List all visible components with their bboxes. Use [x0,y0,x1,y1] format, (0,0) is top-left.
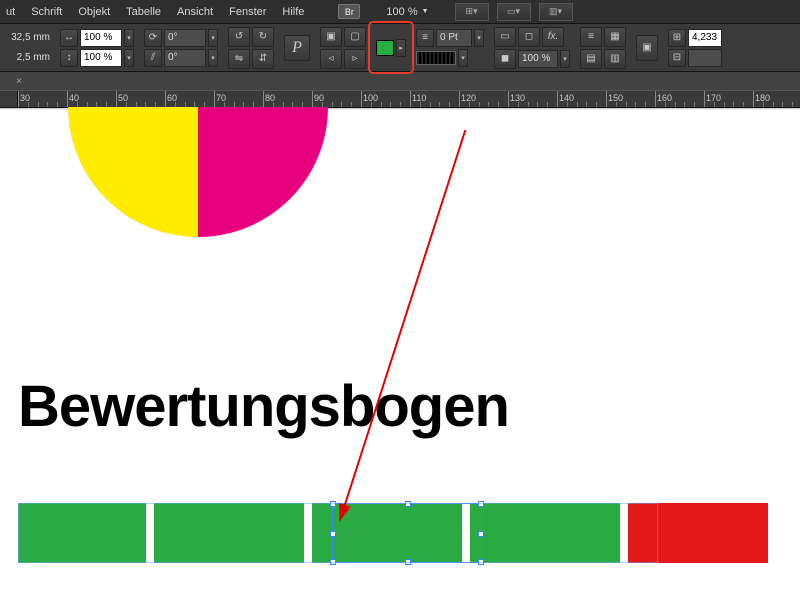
menu-layout[interactable]: ut [6,6,15,18]
right-num-field-2[interactable] [688,49,722,67]
close-tab-button[interactable]: × [8,74,30,88]
semicircle-graphic[interactable] [68,107,328,237]
select-prev-button[interactable]: ◃ [320,49,342,69]
select-next-button[interactable]: ▹ [344,49,366,69]
page-title[interactable]: Bewertungsbogen [18,373,509,440]
rotate-cw-button[interactable]: ↻ [252,27,274,47]
shear-icon: ⫽ [144,49,162,67]
menu-bar: ut Schrift Objekt Tabelle Ansicht Fenste… [0,0,800,24]
drop-shadow-button[interactable]: ◼ [494,49,516,69]
control-bar: 32,5 mm 2,5 mm ↔100 %▾ ↕100 %▾ ⟳0°▾ ⫽0°▾… [0,24,800,72]
shear-dropdown-icon[interactable]: ▾ [208,49,218,67]
rotate-dropdown-icon[interactable]: ▾ [208,29,218,47]
text-wrap-none-button[interactable]: ≡ [580,27,602,47]
scale-h-dropdown-icon[interactable]: ▾ [124,49,134,67]
x2-icon: ⊞ [668,29,686,47]
text-wrap-around-button[interactable]: ▦ [604,27,626,47]
ruler-origin[interactable] [0,91,18,107]
fx-button[interactable]: fx. [542,27,564,47]
stroke-style-swatch[interactable] [416,51,456,65]
rotate-field[interactable]: 0° [164,29,206,47]
ruler-track: 3040506070809010011012013014015016017018… [18,91,800,107]
view-mode-button-3[interactable]: ▥▾ [539,3,573,21]
effects-button[interactable]: ▭ [494,27,516,47]
view-mode-button-1[interactable]: ⊞▾ [455,3,489,21]
horizontal-ruler[interactable]: 3040506070809010011012013014015016017018… [0,90,800,108]
shear-field[interactable]: 0° [164,49,206,67]
menu-ansicht[interactable]: Ansicht [177,6,213,18]
y2-icon: ⊟ [668,49,686,67]
text-wrap-jump-button[interactable]: ▤ [580,49,602,69]
opacity-dropdown-icon[interactable]: ▾ [560,50,570,68]
menu-hilfe[interactable]: Hilfe [282,6,304,18]
bridge-button[interactable]: Br [338,4,360,19]
fill-color-highlighted: ▸ [371,24,411,71]
corner-button[interactable]: ◻ [518,27,540,47]
paragraph-icon[interactable]: P [284,35,310,61]
height-icon: ↕ [60,49,78,67]
flip-v-button[interactable]: ⇵ [252,49,274,69]
zoom-level[interactable]: 100 % [386,6,417,18]
document-page[interactable]: Bewertungsbogen [0,108,800,600]
stroke-weight-dropdown-icon[interactable]: ▾ [474,29,484,47]
stroke-weight-icon: ≡ [416,29,434,47]
menu-schrift[interactable]: Schrift [31,6,62,18]
fill-color-swatch[interactable] [376,40,394,56]
scale-w-dropdown-icon[interactable]: ▾ [124,29,134,47]
menu-tabelle[interactable]: Tabelle [126,6,161,18]
opacity-field[interactable]: 100 % [518,50,558,68]
zoom-dropdown-icon[interactable]: ▼ [422,8,429,15]
scale-h-field[interactable]: 100 % [80,49,122,67]
view-mode-button-2[interactable]: ▭▾ [497,3,531,21]
scale-w-field[interactable]: 100 % [80,29,122,47]
flip-h-button[interactable]: ⇋ [228,49,250,69]
canvas[interactable]: Bewertungsbogen [0,108,800,600]
document-tab-bar: × [0,72,800,90]
select-content-button[interactable]: ▢ [344,27,366,47]
rotate-icon: ⟳ [144,29,162,47]
transform-button[interactable]: ▣ [636,35,658,61]
y-position-field[interactable]: 2,5 mm [5,49,50,67]
text-wrap-column-button[interactable]: ▥ [604,49,626,69]
group-selection-frame [18,503,658,563]
fill-color-dropdown-icon[interactable]: ▸ [396,39,406,57]
width-icon: ↔ [60,29,78,47]
stroke-weight-field[interactable]: 0 Pt [436,29,472,47]
rotate-ccw-button[interactable]: ↺ [228,27,250,47]
stroke-style-dropdown-icon[interactable]: ▾ [458,49,468,67]
right-num-field[interactable]: 4,233 [688,29,722,47]
select-container-button[interactable]: ▣ [320,27,342,47]
menu-objekt[interactable]: Objekt [78,6,110,18]
x-position-field[interactable]: 32,5 mm [5,29,50,47]
menu-fenster[interactable]: Fenster [229,6,266,18]
